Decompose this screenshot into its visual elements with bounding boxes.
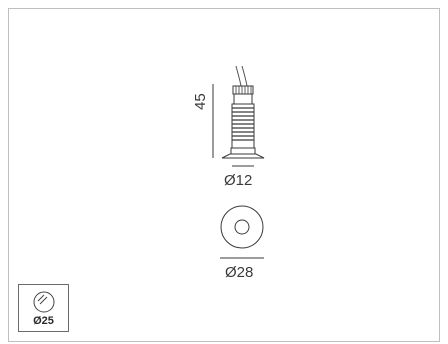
body-diameter-label: Ø12 <box>224 172 253 189</box>
fixture-side-view <box>221 85 265 159</box>
cutout-diameter-label: Ø25 <box>33 315 54 327</box>
cutout-badge: Ø25 <box>18 284 69 332</box>
cutout-hole-icon <box>33 291 55 313</box>
cable-wires <box>235 65 248 87</box>
height-label: 45 <box>192 93 209 110</box>
flange-diameter-label: Ø28 <box>225 264 254 281</box>
fixture-front-view <box>220 205 264 249</box>
